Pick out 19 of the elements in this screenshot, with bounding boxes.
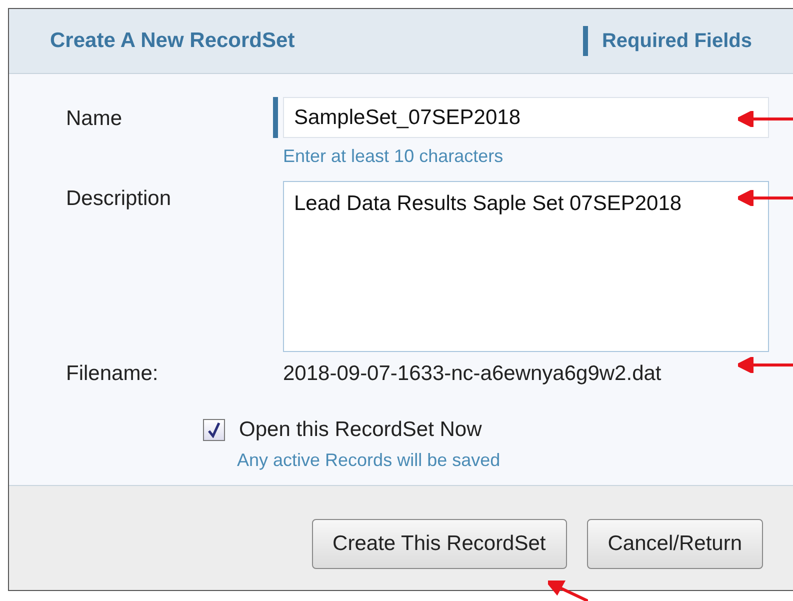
required-fields-legend: Required Fields bbox=[582, 26, 752, 56]
description-field[interactable]: Lead Data Results Saple Set 07SEP2018 bbox=[283, 181, 769, 352]
filename-text: 2018-09-07-1633-nc-a6ewnya6g9w2.dat bbox=[283, 361, 662, 386]
field-label: Filename: bbox=[66, 361, 160, 386]
annotation-arrow bbox=[738, 190, 793, 206]
create-button[interactable]: Create This RecordSet bbox=[312, 519, 567, 569]
field-label: Description bbox=[66, 186, 172, 212]
name-field[interactable]: SampleSet_07SEP2018 bbox=[283, 97, 769, 138]
field-hint: Enter at least 10 characters bbox=[283, 146, 504, 167]
checkbox-label: Open this RecordSet Now bbox=[239, 418, 482, 442]
field-label: Name bbox=[66, 106, 124, 132]
cancel-button[interactable]: Cancel/Return bbox=[586, 519, 763, 569]
dialog-title: Create A New RecordSet bbox=[50, 29, 295, 53]
checkbox[interactable] bbox=[203, 419, 225, 441]
annotation-arrow bbox=[738, 111, 793, 127]
annotation-arrow bbox=[548, 580, 588, 601]
annotation-arrow bbox=[738, 357, 793, 373]
checkbox-hint: Any active Records will be saved bbox=[237, 450, 502, 471]
check-icon bbox=[207, 422, 221, 438]
